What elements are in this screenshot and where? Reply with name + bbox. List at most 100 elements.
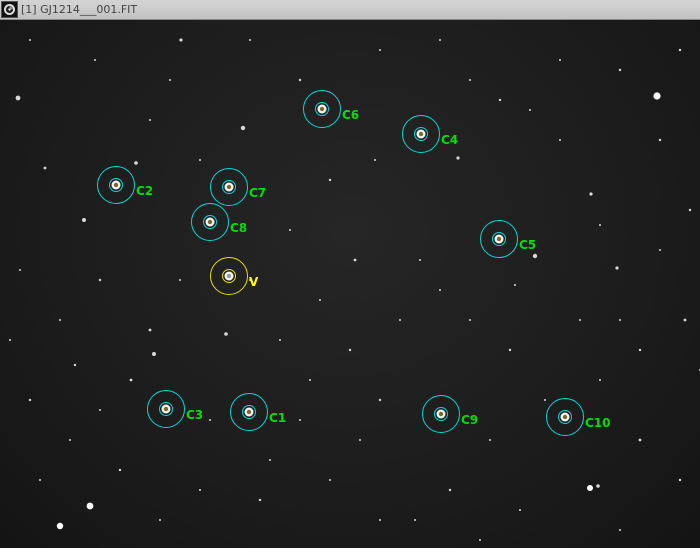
field-star — [19, 269, 21, 271]
fits-image-view[interactable]: C6 C4 C2 C7 C8 C5 V C3 C1 C9 C10 — [0, 20, 700, 548]
aperture-c1[interactable]: C1 — [230, 393, 287, 431]
field-star — [199, 489, 201, 491]
field-star — [559, 59, 561, 61]
field-star — [678, 48, 682, 52]
field-star — [209, 419, 211, 421]
field-star — [638, 438, 642, 442]
field-star — [399, 319, 401, 321]
field-star — [469, 319, 471, 321]
field-star — [374, 159, 376, 161]
field-star — [353, 258, 357, 262]
field-star — [298, 78, 302, 82]
window-title: [1] GJ1214___001.FIT — [21, 3, 138, 16]
aperture-label: C8 — [230, 221, 247, 235]
field-star — [519, 509, 521, 511]
aperture-label: C10 — [585, 416, 611, 430]
field-star — [378, 398, 382, 402]
field-star — [249, 39, 251, 41]
field-star — [99, 409, 101, 411]
field-star — [199, 159, 201, 161]
aperture-c3[interactable]: C3 — [147, 390, 204, 428]
aperture-label: C1 — [269, 411, 286, 425]
aperture-c7[interactable]: C7 — [210, 168, 267, 206]
field-star — [678, 478, 682, 482]
field-star — [596, 484, 600, 488]
field-star — [615, 266, 619, 270]
field-star — [683, 318, 687, 322]
aperture-c2[interactable]: C2 — [97, 166, 154, 204]
field-star — [589, 192, 593, 196]
window-title-bar[interactable]: [1] GJ1214___001.FIT — [0, 0, 700, 20]
aperture-label: C7 — [249, 186, 266, 200]
field-star — [9, 339, 11, 341]
field-star — [489, 439, 491, 441]
star-centroid — [496, 236, 502, 242]
field-star — [514, 284, 516, 286]
field-star — [329, 479, 331, 481]
field-star — [224, 332, 228, 336]
field-star — [29, 39, 31, 41]
star-centroid — [226, 273, 232, 279]
field-star — [179, 38, 183, 42]
aperture-c9[interactable]: C9 — [422, 395, 479, 433]
field-star — [159, 519, 161, 521]
aperture-label: C2 — [136, 184, 153, 198]
field-star — [319, 299, 321, 301]
field-star — [134, 161, 138, 165]
field-star — [39, 479, 41, 481]
aperture-c6[interactable]: C6 — [303, 90, 360, 128]
field-star — [653, 92, 661, 100]
field-star — [240, 125, 246, 131]
field-star — [118, 468, 122, 472]
field-star — [169, 79, 171, 81]
star-centroid — [562, 414, 568, 420]
star-centroid — [207, 219, 213, 225]
field-star — [309, 379, 311, 381]
field-star — [659, 249, 661, 251]
camera-lens-icon-glyph — [4, 4, 15, 15]
camera-lens-icon[interactable] — [1, 1, 18, 18]
field-star — [279, 339, 281, 341]
field-star — [587, 485, 593, 491]
field-star — [28, 398, 32, 402]
field-star — [129, 378, 133, 382]
field-star — [15, 95, 21, 101]
aperture-c10[interactable]: C10 — [546, 398, 611, 436]
field-star — [456, 156, 460, 160]
field-star — [532, 253, 538, 259]
field-star — [289, 229, 291, 231]
field-star — [559, 139, 561, 141]
aperture-label: C3 — [186, 408, 203, 422]
field-star — [379, 49, 381, 51]
star-centroid — [163, 406, 169, 412]
field-star — [149, 119, 151, 121]
aperture-v[interactable]: V — [210, 257, 260, 295]
field-star — [599, 379, 601, 381]
field-star — [469, 79, 471, 81]
field-star — [688, 208, 692, 212]
star-centroid — [438, 411, 444, 417]
field-star — [179, 279, 181, 281]
field-star — [82, 218, 86, 222]
aperture-c4[interactable]: C4 — [402, 115, 459, 153]
field-star — [498, 98, 502, 102]
field-star — [258, 498, 262, 502]
aperture-label: C4 — [441, 133, 458, 147]
field-star — [599, 224, 601, 226]
aperture-overlays: C6 C4 C2 C7 C8 C5 V C3 C1 C9 C10 — [97, 90, 611, 436]
field-star — [56, 522, 64, 530]
field-star — [69, 439, 71, 441]
aperture-c5[interactable]: C5 — [480, 220, 537, 258]
aperture-label: C6 — [342, 108, 359, 122]
field-star — [73, 363, 77, 367]
aperture-label: C5 — [519, 238, 536, 252]
aperture-c8[interactable]: C8 — [191, 203, 248, 241]
field-star — [328, 178, 332, 182]
field-star — [43, 166, 47, 170]
field-star — [152, 352, 156, 356]
star-centroid — [246, 409, 252, 415]
star-centroid — [418, 131, 424, 137]
field-star — [448, 488, 452, 492]
field-star — [414, 519, 416, 521]
field-star — [619, 319, 621, 321]
